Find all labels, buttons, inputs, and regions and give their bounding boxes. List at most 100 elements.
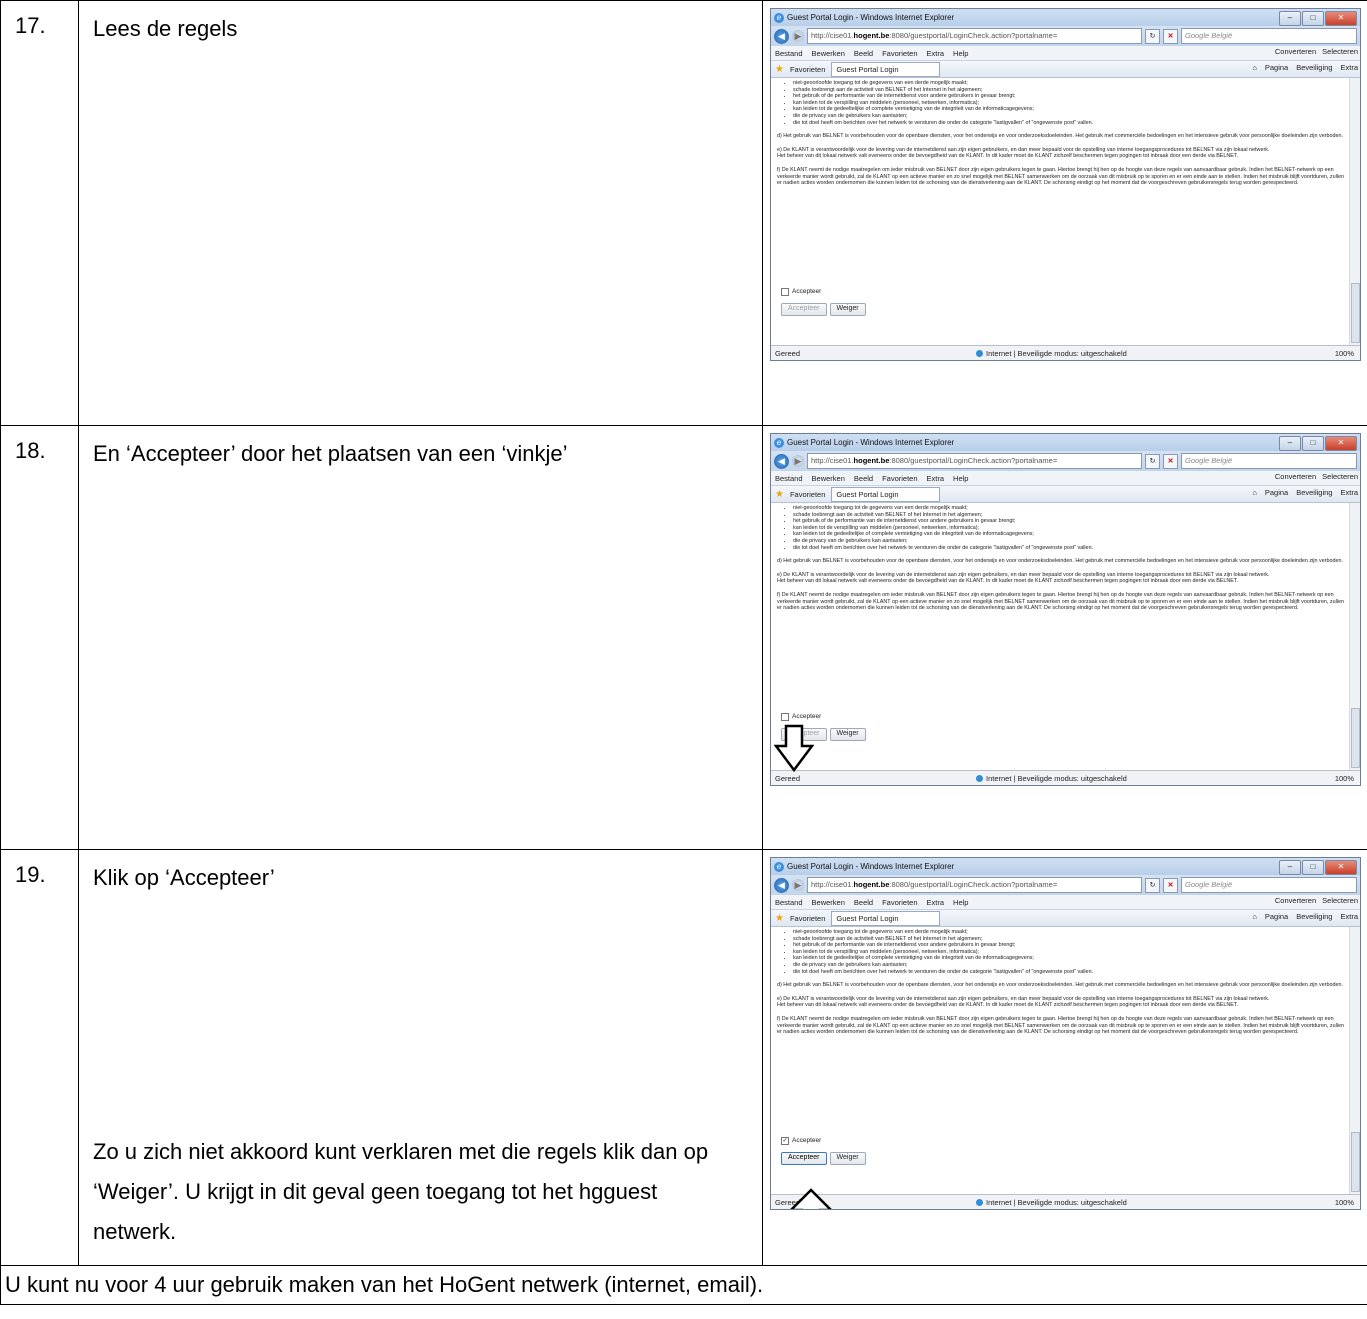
menu-bewerken[interactable]: Bewerken [812, 474, 845, 483]
menu-bestand[interactable]: Bestand [775, 49, 803, 58]
accept-checkbox[interactable] [781, 713, 789, 721]
forward-button[interactable]: ▶ [792, 30, 804, 42]
list-item: niet-geoorloofde toegang tot de gegevens… [793, 505, 1346, 512]
security-menu[interactable]: Beveiliging [1296, 63, 1332, 72]
menu-extra[interactable]: Extra [927, 898, 945, 907]
accept-checkbox-label: Accepteer [792, 287, 822, 295]
vertical-scrollbar[interactable] [1349, 503, 1360, 770]
tab-guest-portal[interactable]: Guest Portal Login [831, 910, 940, 926]
menu-help[interactable]: Help [953, 474, 968, 483]
page-menu[interactable]: Pagina [1265, 912, 1288, 921]
forward-button[interactable]: ▶ [792, 879, 804, 891]
extra-menu[interactable]: Extra [1340, 912, 1358, 921]
list-item: kan leiden tot de verspilling van middel… [793, 100, 1346, 107]
security-menu[interactable]: Beveiliging [1296, 488, 1332, 497]
tab-guest-portal[interactable]: Guest Portal Login [831, 61, 940, 77]
status-bar: Gereed Internet | Beveiligde modus: uitg… [771, 345, 1360, 360]
status-text: Gereed [775, 348, 801, 358]
accept-checkbox-label: Accepteer [792, 1136, 822, 1144]
ie-logo-icon: e [774, 437, 784, 448]
stop-button[interactable]: ✕ [1163, 877, 1178, 893]
select-button[interactable]: Selecteren [1322, 47, 1358, 56]
accept-checkbox[interactable]: ✓ [781, 1137, 789, 1145]
menu-help[interactable]: Help [953, 49, 968, 58]
scrollbar-thumb[interactable] [1351, 1132, 1360, 1192]
security-menu[interactable]: Beveiliging [1296, 912, 1332, 921]
menu-favorieten[interactable]: Favorieten [882, 49, 917, 58]
back-button[interactable]: ◀ [774, 28, 789, 44]
search-input[interactable]: Google België [1181, 28, 1357, 44]
select-button[interactable]: Selecteren [1322, 472, 1358, 481]
zoom-level[interactable]: 100% [1335, 774, 1354, 783]
scrollbar-thumb[interactable] [1351, 283, 1360, 343]
security-zone: Internet | Beveiligde modus: uitgeschake… [976, 774, 1127, 783]
close-button[interactable]: ✕ [1325, 860, 1357, 875]
maximize-button[interactable]: □ [1302, 11, 1324, 26]
menu-beeld[interactable]: Beeld [854, 898, 873, 907]
url-field[interactable]: http://cise01.hogent.be:8080/guestportal… [807, 453, 1142, 469]
reject-button[interactable]: Weiger [829, 303, 866, 316]
home-icon[interactable]: ⌂ [1252, 488, 1257, 497]
extra-menu[interactable]: Extra [1340, 63, 1358, 72]
refresh-button[interactable]: ↻ [1145, 453, 1160, 469]
menu-help[interactable]: Help [953, 898, 968, 907]
back-button[interactable]: ◀ [774, 877, 789, 893]
page-menu[interactable]: Pagina [1265, 63, 1288, 72]
favorites-button[interactable]: Favorieten [790, 914, 825, 923]
favorites-button[interactable]: Favorieten [790, 65, 825, 74]
home-icon[interactable]: ⌂ [1252, 63, 1257, 72]
back-button[interactable]: ◀ [774, 453, 789, 469]
menu-extra[interactable]: Extra [927, 49, 945, 58]
close-button[interactable]: ✕ [1325, 11, 1357, 26]
menu-bewerken[interactable]: Bewerken [812, 49, 845, 58]
accept-checkbox-row[interactable]: Accepteer [781, 288, 821, 296]
refresh-button[interactable]: ↻ [1145, 28, 1160, 44]
minimize-button[interactable]: – [1279, 11, 1301, 26]
scrollbar-thumb[interactable] [1351, 708, 1360, 768]
stop-button[interactable]: ✕ [1163, 28, 1178, 44]
menu-favorieten[interactable]: Favorieten [882, 898, 917, 907]
zoom-level[interactable]: 100% [1335, 349, 1354, 358]
extra-menu[interactable]: Extra [1340, 488, 1358, 497]
menu-bestand[interactable]: Bestand [775, 898, 803, 907]
convert-button[interactable]: Converteren [1275, 472, 1316, 481]
search-input[interactable]: Google België [1181, 877, 1357, 893]
vertical-scrollbar[interactable] [1349, 927, 1360, 1194]
convert-button[interactable]: Converteren [1275, 896, 1316, 905]
close-button[interactable]: ✕ [1325, 436, 1357, 451]
select-button[interactable]: Selecteren [1322, 896, 1358, 905]
minimize-button[interactable]: – [1279, 860, 1301, 875]
address-bar: ◀ ▶ http://cise01.hogent.be:8080/guestpo… [771, 451, 1360, 471]
menu-extra[interactable]: Extra [927, 474, 945, 483]
accept-checkbox[interactable] [781, 288, 789, 296]
favorites-button[interactable]: Favorieten [790, 490, 825, 499]
convert-button[interactable]: Converteren [1275, 47, 1316, 56]
accept-button[interactable]: Accepteer [781, 303, 827, 316]
menu-beeld[interactable]: Beeld [854, 474, 873, 483]
menu-bewerken[interactable]: Bewerken [812, 898, 845, 907]
url-field[interactable]: http://cise01.hogent.be:8080/guestportal… [807, 28, 1142, 44]
reject-button[interactable]: Weiger [829, 728, 866, 741]
forward-button[interactable]: ▶ [792, 455, 804, 467]
menu-favorieten[interactable]: Favorieten [882, 474, 917, 483]
refresh-button[interactable]: ↻ [1145, 877, 1160, 893]
step-number: 17. [0, 0, 79, 426]
vertical-scrollbar[interactable] [1349, 78, 1360, 345]
accept-checkbox-row[interactable]: ✓ Accepteer [781, 1137, 821, 1145]
stop-button[interactable]: ✕ [1163, 453, 1178, 469]
accept-button[interactable]: Accepteer [781, 1152, 827, 1165]
home-icon[interactable]: ⌂ [1252, 912, 1257, 921]
minimize-button[interactable]: – [1279, 436, 1301, 451]
reject-button[interactable]: Weiger [829, 1152, 866, 1165]
ie-logo-icon: e [774, 861, 784, 872]
menu-bestand[interactable]: Bestand [775, 474, 803, 483]
zoom-level[interactable]: 100% [1335, 1198, 1354, 1207]
maximize-button[interactable]: □ [1302, 436, 1324, 451]
tab-guest-portal[interactable]: Guest Portal Login [831, 486, 940, 502]
search-input[interactable]: Google België [1181, 453, 1357, 469]
page-menu[interactable]: Pagina [1265, 488, 1288, 497]
url-field[interactable]: http://cise01.hogent.be:8080/guestportal… [807, 877, 1142, 893]
accept-checkbox-row[interactable]: Accepteer [781, 713, 821, 721]
maximize-button[interactable]: □ [1302, 860, 1324, 875]
menu-beeld[interactable]: Beeld [854, 49, 873, 58]
